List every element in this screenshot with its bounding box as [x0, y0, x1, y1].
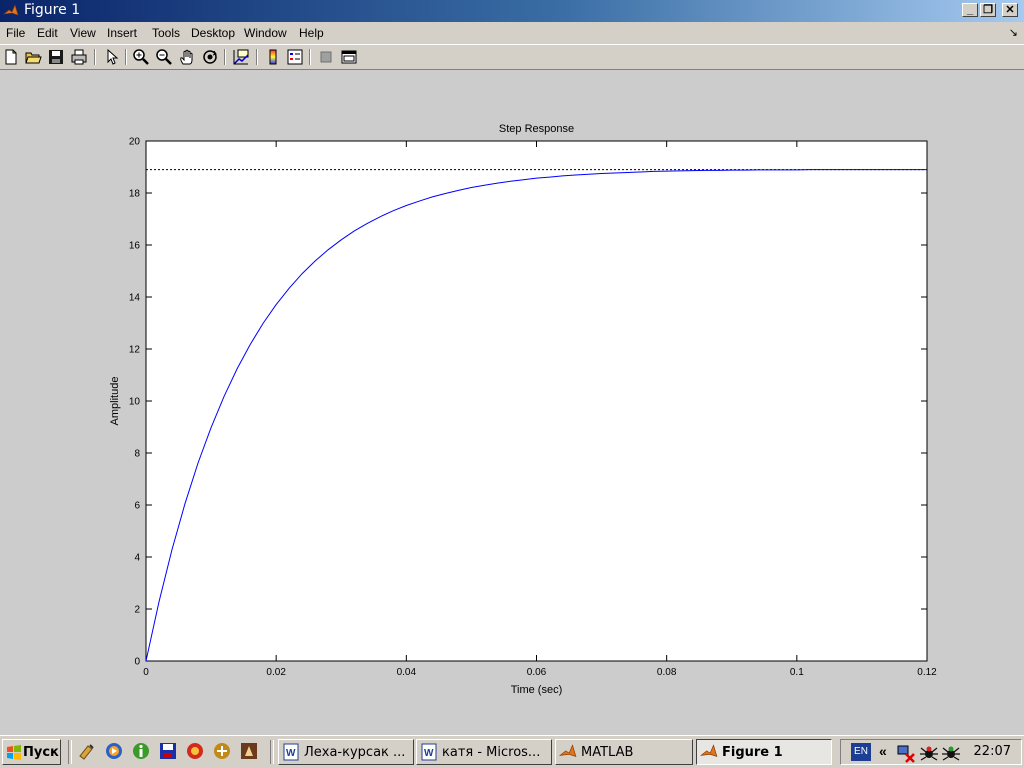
y-tick-label: 12 — [129, 345, 141, 356]
taskbar: Пуск W Леха-курсак ... W катя - Micros..… — [0, 735, 1024, 768]
system-tray: EN « 22:07 — [840, 739, 1022, 765]
start-label: Пуск — [23, 745, 59, 760]
menu-view[interactable]: View — [70, 26, 96, 40]
data-cursor-icon[interactable] — [232, 48, 250, 66]
y-tick-label: 8 — [134, 449, 140, 460]
dock-arrow-icon[interactable]: ↘ — [1009, 26, 1018, 39]
menu-insert[interactable]: Insert — [107, 26, 137, 40]
axes: 0 0.02 0.04 0.06 0.08 0.1 0.12 0 2 4 6 8 10 12 14 16 18 2… — [109, 123, 937, 696]
taskbar-button-matlab[interactable]: MATLAB — [555, 739, 693, 765]
open-file-icon[interactable] — [24, 48, 42, 66]
pan-hand-icon[interactable] — [178, 48, 196, 66]
y-tick-label: 4 — [134, 553, 140, 564]
x-tick-label: 0 — [143, 667, 149, 678]
y-tick-label: 10 — [129, 397, 141, 408]
taskbar-button-label: MATLAB — [581, 745, 634, 760]
x-tick-label: 0.1 — [790, 667, 804, 678]
y-tick-label: 20 — [129, 137, 141, 148]
toolbar-separator — [309, 49, 311, 65]
y-tick-label: 6 — [134, 501, 140, 512]
window-title: Figure 1 — [24, 2, 81, 18]
app-icon-2[interactable] — [240, 742, 258, 760]
menu-file[interactable]: File — [6, 26, 25, 40]
messenger-icon[interactable] — [132, 742, 150, 760]
menu-help[interactable]: Help — [299, 26, 324, 40]
taskbar-button-figure[interactable]: Figure 1 — [696, 739, 832, 765]
antivirus-spider-icon[interactable] — [919, 743, 939, 763]
y-tick-label: 2 — [134, 605, 140, 616]
taskbar-button-label: Леха-курсак ... — [304, 745, 406, 760]
menu-edit[interactable]: Edit — [37, 26, 58, 40]
taskbar-button-word-1[interactable]: W Леха-курсак ... — [278, 739, 414, 765]
y-tick-label: 16 — [129, 241, 141, 252]
tray-expand-chevron[interactable]: « — [879, 743, 887, 759]
media-player-icon[interactable] — [105, 742, 123, 760]
svg-text:W: W — [424, 748, 434, 759]
clock: 22:07 — [973, 744, 1011, 759]
word-icon: W — [421, 743, 437, 761]
x-tick-label: 0.06 — [527, 667, 547, 678]
y-tick-label: 14 — [129, 293, 141, 304]
step-response-plot[interactable]: 0 0.02 0.04 0.06 0.08 0.1 0.12 0 2 4 6 8 10 12 14 16 18 2… — [0, 70, 1024, 735]
x-tick-label: 0.12 — [917, 667, 937, 678]
save-disk-icon[interactable] — [159, 742, 177, 760]
rotate-3d-icon[interactable] — [201, 48, 219, 66]
toolbar-separator — [224, 49, 226, 65]
y-axis-label: Amplitude — [109, 377, 121, 426]
svg-text:W: W — [286, 748, 296, 759]
word-icon: W — [283, 743, 299, 761]
maximize-button[interactable]: ❐ — [980, 3, 996, 17]
x-tick-label: 0.08 — [657, 667, 677, 678]
figure-toolbar — [0, 44, 1024, 70]
insert-legend-icon[interactable] — [286, 48, 304, 66]
language-indicator[interactable]: EN — [851, 743, 871, 761]
show-plot-tools-icon[interactable] — [340, 48, 358, 66]
taskbar-separator — [68, 740, 72, 764]
y-tick-label: 0 — [134, 657, 140, 668]
zoom-in-icon[interactable] — [132, 48, 150, 66]
matlab-icon — [559, 744, 577, 758]
show-desktop-icon[interactable] — [78, 742, 96, 760]
x-tick-label: 0.02 — [266, 667, 286, 678]
y-tick-label: 18 — [129, 189, 141, 200]
taskbar-button-label: катя - Micros... — [442, 745, 541, 760]
toolbar-separator — [256, 49, 258, 65]
menu-desktop[interactable]: Desktop — [191, 26, 235, 40]
antivirus-spider-icon-2[interactable] — [941, 743, 961, 763]
x-axis-label: Time (sec) — [511, 684, 563, 696]
title-bar: Figure 1 _ ❐ ✕ — [0, 0, 1024, 22]
windows-flag-icon — [7, 745, 21, 760]
app-icon[interactable] — [213, 742, 231, 760]
taskbar-button-label: Figure 1 — [722, 745, 783, 760]
new-figure-icon[interactable] — [2, 48, 20, 66]
menu-tools[interactable]: Tools — [152, 26, 180, 40]
taskbar-button-word-2[interactable]: W катя - Micros... — [416, 739, 552, 765]
network-disconnected-icon[interactable] — [896, 743, 916, 763]
close-button[interactable]: ✕ — [1002, 3, 1018, 17]
matlab-logo-icon — [3, 4, 19, 16]
hide-plot-tools-icon[interactable] — [317, 48, 335, 66]
select-arrow-icon[interactable] — [103, 48, 121, 66]
minimize-button[interactable]: _ — [962, 3, 978, 17]
x-tick-label: 0.04 — [397, 667, 417, 678]
print-icon[interactable] — [70, 48, 88, 66]
menu-bar: File Edit View Insert Tools Desktop Wind… — [0, 22, 1024, 44]
taskbar-separator — [270, 740, 274, 764]
save-icon[interactable] — [47, 48, 65, 66]
plot-area[interactable] — [145, 140, 928, 662]
menu-window[interactable]: Window — [244, 26, 287, 40]
chart-title: Step Response — [499, 123, 574, 135]
insert-colorbar-icon[interactable] — [264, 48, 282, 66]
toolbar-separator — [94, 49, 96, 65]
browser-icon[interactable] — [186, 742, 204, 760]
matlab-icon — [700, 744, 718, 758]
toolbar-separator — [125, 49, 127, 65]
figure-canvas: 0 0.02 0.04 0.06 0.08 0.1 0.12 0 2 4 6 8 10 12 14 16 18 2… — [0, 70, 1024, 735]
start-button[interactable]: Пуск — [2, 739, 61, 765]
zoom-out-icon[interactable] — [155, 48, 173, 66]
